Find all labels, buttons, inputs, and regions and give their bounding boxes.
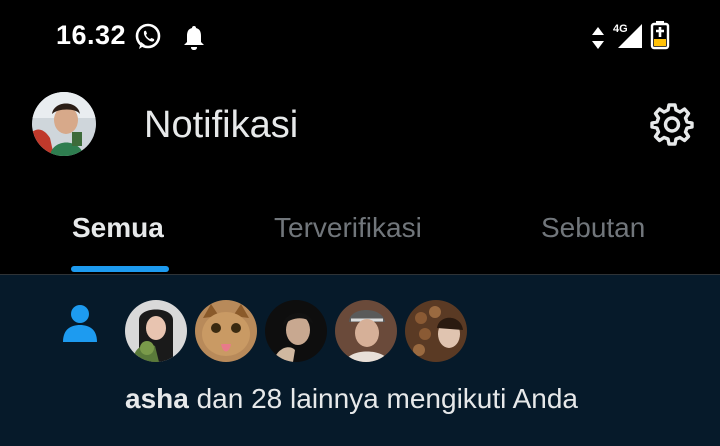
notification-user[interactable]: asha: [125, 383, 189, 414]
active-tab-indicator: [71, 266, 169, 272]
follower-avatar[interactable]: [405, 300, 467, 362]
person-icon: [63, 305, 97, 342]
profile-avatar[interactable]: [32, 92, 96, 156]
status-bar: 16.32 4G: [0, 0, 720, 72]
tab-terverifikasi[interactable]: Terverifikasi: [274, 212, 422, 244]
follower-avatar[interactable]: [195, 300, 257, 362]
follower-avatar[interactable]: [125, 300, 187, 362]
follower-avatar[interactable]: [265, 300, 327, 362]
notification-message: dan 28 lainnya mengikuti Anda: [188, 383, 578, 414]
tab-semua[interactable]: Semua: [72, 212, 164, 244]
data-arrows-icon: [592, 27, 604, 49]
tab-sebutan[interactable]: Sebutan: [541, 212, 645, 244]
notification-text: asha dan 28 lainnya mengikuti Anda: [125, 383, 578, 415]
page-title: Notifikasi: [144, 104, 299, 146]
whatsapp-icon: [135, 23, 161, 49]
settings-gear-icon[interactable]: [649, 101, 695, 147]
network-label: 4G: [613, 23, 628, 35]
clock: 16.32: [56, 20, 127, 50]
signal-icon: 4G: [613, 23, 642, 48]
follower-avatar[interactable]: [335, 300, 397, 362]
bell-icon: [184, 26, 204, 50]
battery-charging-icon: [650, 21, 670, 50]
